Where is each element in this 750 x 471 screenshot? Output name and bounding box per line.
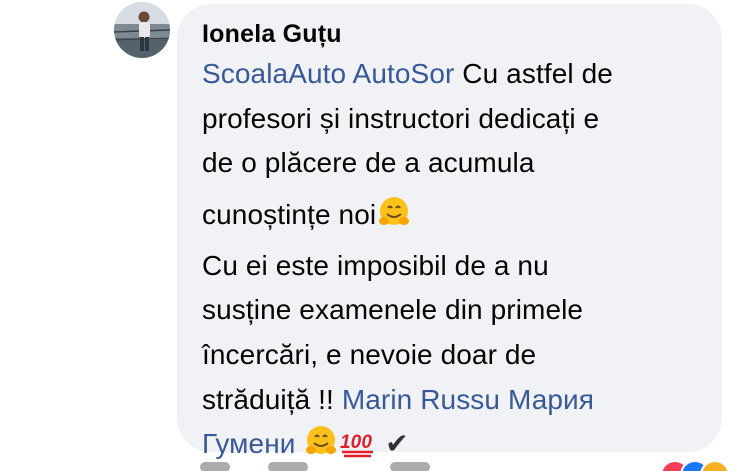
mention-school[interactable]: ScoalaAuto AutoSor: [202, 58, 454, 89]
wow-reaction-icon[interactable]: [700, 460, 730, 471]
like-link[interactable]: [200, 462, 230, 471]
comment-actions-bar: [0, 456, 750, 471]
comment-line-4: cunoștințe noi: [202, 186, 702, 244]
comment-line-3: de o plăcere de a acumula: [202, 147, 535, 179]
comment-text-1: Cu astfel de: [454, 58, 613, 89]
mention-person-a[interactable]: Marin Russu: [342, 384, 500, 415]
comment-text-4: cunoștințe noi: [202, 198, 377, 230]
comment-thread: Ionela Guțu ScoalaAuto AutoSor Cu astfel…: [0, 0, 750, 471]
comment-line-6: susține examenele din primele: [202, 294, 584, 326]
comment-line-1: ScoalaAuto AutoSor Cu astfel de: [202, 52, 702, 97]
svg-text:100: 100: [340, 432, 372, 453]
check-mark-emoji: ✔: [385, 428, 409, 460]
comment-line-2: profesori și instructori dedicați e: [202, 102, 600, 134]
comment-line-7: încercări, e nevoie doar de: [202, 338, 537, 370]
mention-person-b-first[interactable]: Мария: [508, 384, 594, 415]
mention-person-b-last[interactable]: Гумени: [202, 428, 296, 459]
hugging-face-emoji: [376, 194, 412, 244]
comment-text-8: străduiță !!: [202, 383, 342, 415]
comment-author-name[interactable]: Ionela Guțu: [202, 20, 342, 49]
comment-body: ScoalaAuto AutoSor Cu astfel de profesor…: [202, 52, 702, 467]
timestamp-link[interactable]: [390, 462, 430, 471]
comment-line-5: Cu ei este imposibil de a nu: [202, 249, 549, 281]
avatar[interactable]: [114, 2, 170, 58]
reply-link[interactable]: [268, 462, 308, 471]
comment-line-8: străduiță !! Marin Russu Мария: [202, 378, 702, 423]
